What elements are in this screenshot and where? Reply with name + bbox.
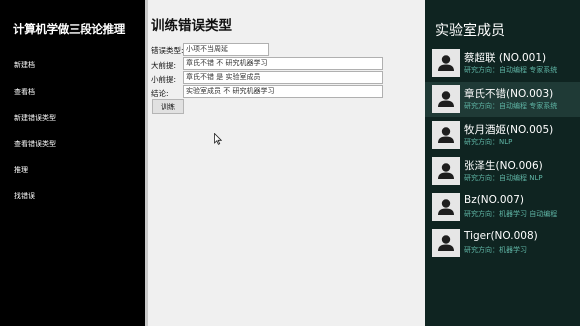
page-title: 训练错误类型: [151, 18, 232, 34]
user-avatar-icon: [432, 85, 460, 113]
member-item[interactable]: 牧月酒姬(NO.005) 研究方向：NLP: [425, 118, 580, 153]
member-item[interactable]: Tiger(NO.008) 研究方向：机器学习: [425, 226, 580, 261]
member-direction: 研究方向：自动编程 专家系统: [464, 66, 558, 74]
member-name: 牧月酒姬(NO.005): [464, 124, 554, 136]
sidebar: 计算机学做三段论推理 新建档 查看档 新建错误类型 查看错误类型 推理 找错误: [0, 0, 145, 326]
member-direction: 研究方向：机器学习: [464, 246, 527, 254]
minor-premise-field[interactable]: 章氏不错 是 实验室成员: [183, 71, 383, 84]
train-button[interactable]: 训练: [152, 99, 184, 114]
main-panel: 训练错误类型 错误类型: 小项不当周延 大前提: 章氏不错 不 研究机器学习 小…: [148, 0, 425, 326]
user-avatar-icon: [432, 157, 460, 185]
members-panel: 实验室成员 蔡超联 (NO.001) 研究方向：自动编程 专家系统 章氏不错(N…: [425, 0, 580, 326]
member-direction: 研究方向：自动编程 NLP: [464, 174, 543, 182]
minor-premise-label: 小前提:: [151, 75, 177, 84]
major-premise-label: 大前提:: [151, 61, 177, 70]
member-name: 章氏不错(NO.003): [464, 88, 554, 100]
error-type-field[interactable]: 小项不当周延: [183, 43, 269, 56]
member-item[interactable]: 张泽生(NO.006) 研究方向：自动编程 NLP: [425, 154, 580, 189]
member-item[interactable]: 章氏不错(NO.003) 研究方向：自动编程 专家系统: [425, 82, 580, 117]
members-title: 实验室成员: [435, 23, 505, 39]
member-item[interactable]: 蔡超联 (NO.001) 研究方向：自动编程 专家系统: [425, 46, 580, 81]
mouse-cursor-icon: [214, 133, 222, 145]
major-premise-field[interactable]: 章氏不错 不 研究机器学习: [183, 57, 383, 70]
member-name: 蔡超联 (NO.001): [464, 52, 547, 64]
member-direction: 研究方向：自动编程 专家系统: [464, 102, 558, 110]
nav-item-new-error-type[interactable]: 新建错误类型: [14, 113, 56, 123]
nav-item-view-error-type[interactable]: 查看错误类型: [14, 139, 56, 149]
user-avatar-icon: [432, 193, 460, 221]
user-avatar-icon: [432, 229, 460, 257]
member-name: Tiger(NO.008): [464, 230, 538, 242]
conclusion-label: 结论:: [151, 89, 169, 98]
user-avatar-icon: [432, 49, 460, 77]
member-direction: 研究方向：机器学习 自动编程: [464, 210, 558, 218]
nav-item-view-file[interactable]: 查看档: [14, 87, 35, 97]
nav-item-new-file[interactable]: 新建档: [14, 60, 35, 70]
member-direction: 研究方向：NLP: [464, 138, 513, 146]
member-name: Bz(NO.007): [464, 194, 524, 206]
member-name: 张泽生(NO.006): [464, 160, 543, 172]
member-item[interactable]: Bz(NO.007) 研究方向：机器学习 自动编程: [425, 190, 580, 225]
conclusion-field[interactable]: 实验室成员 不 研究机器学习: [183, 85, 383, 98]
nav-item-reasoning[interactable]: 推理: [14, 165, 28, 175]
app-title: 计算机学做三段论推理: [13, 22, 125, 36]
user-avatar-icon: [432, 121, 460, 149]
error-type-label: 错误类型:: [151, 46, 184, 55]
nav-item-find-error[interactable]: 找错误: [14, 191, 35, 201]
